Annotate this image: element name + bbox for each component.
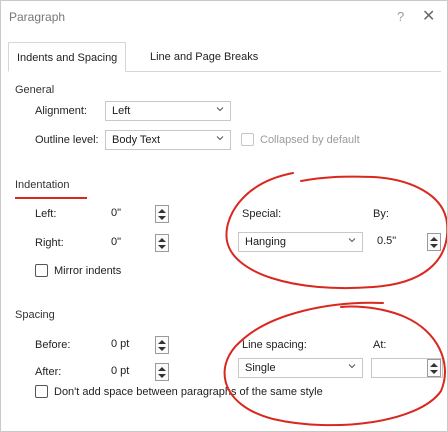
chevron-down-icon	[348, 238, 356, 243]
line-spacing-dropdown[interactable]: Single	[238, 358, 363, 378]
spin-buttons[interactable]	[155, 336, 169, 354]
spin-buttons[interactable]	[155, 363, 169, 381]
annotation-circle-indentation	[225, 172, 447, 290]
line-spacing-value: Single	[245, 362, 276, 374]
spin-buttons[interactable]	[427, 359, 441, 377]
dialog-title: Paragraph	[9, 10, 66, 24]
general-heading: General	[15, 84, 55, 96]
spin-buttons[interactable]	[155, 205, 169, 223]
chevron-down-icon	[348, 364, 356, 369]
after-value: 0 pt	[111, 365, 130, 377]
special-value: Hanging	[245, 236, 286, 248]
red-underline	[15, 197, 87, 199]
right-indent-spinner[interactable]: 0"	[105, 233, 171, 253]
spacing-heading: Spacing	[15, 309, 55, 321]
dont-add-space-label: Don't add space between paragraphs of th…	[54, 386, 323, 398]
collapsed-label: Collapsed by default	[260, 134, 360, 146]
chevron-down-icon	[216, 136, 224, 141]
special-dropdown[interactable]: Hanging	[238, 232, 363, 252]
by-label: By:	[373, 208, 389, 220]
left-indent-spinner[interactable]: 0"	[105, 204, 171, 224]
after-spinner[interactable]: 0 pt	[105, 362, 171, 382]
alignment-value: Left	[112, 105, 131, 117]
left-indent-label: Left:	[35, 208, 57, 220]
tab-label: Indents and Spacing	[17, 52, 118, 64]
outline-level-dropdown[interactable]: Body Text	[105, 130, 231, 150]
before-label: Before:	[35, 339, 71, 351]
alignment-dropdown[interactable]: Left	[105, 101, 231, 121]
line-spacing-label: Line spacing:	[242, 339, 307, 351]
outline-level-value: Body Text	[112, 134, 161, 146]
at-label: At:	[373, 339, 387, 351]
left-indent-value: 0"	[111, 207, 122, 219]
paragraph-dialog: Paragraph ? ✕ Indents and Spacing Line a…	[0, 0, 448, 432]
dont-add-space-checkbox[interactable]	[35, 385, 48, 398]
after-label: After:	[35, 366, 62, 378]
mirror-indents-checkbox[interactable]	[35, 264, 48, 277]
tab-strip: Indents and Spacing Line and Page Breaks	[8, 42, 441, 72]
close-icon[interactable]: ✕	[422, 6, 435, 26]
before-value: 0 pt	[111, 338, 130, 350]
right-indent-label: Right:	[35, 237, 64, 249]
special-label: Special:	[242, 208, 282, 220]
outline-level-label: Outline level:	[35, 134, 99, 146]
tab-indents-and-spacing[interactable]: Indents and Spacing	[8, 42, 127, 72]
alignment-label: Alignment:	[35, 105, 87, 117]
chevron-down-icon	[216, 107, 224, 112]
help-icon[interactable]: ?	[397, 9, 404, 24]
collapsed-checkbox[interactable]	[241, 133, 254, 146]
spin-buttons[interactable]	[155, 234, 169, 252]
by-spinner[interactable]: 0.5"	[371, 232, 443, 252]
title-bar: Paragraph ? ✕	[1, 1, 447, 35]
indentation-heading: Indentation	[15, 179, 70, 191]
by-value: 0.5"	[377, 235, 397, 247]
at-spinner[interactable]	[371, 358, 443, 378]
tab-line-and-page-breaks[interactable]: Line and Page Breaks	[142, 42, 266, 72]
before-spinner[interactable]: 0 pt	[105, 335, 171, 355]
tab-label: Line and Page Breaks	[150, 51, 259, 63]
mirror-indents-label: Mirror indents	[54, 265, 122, 277]
right-indent-value: 0"	[111, 236, 122, 248]
spin-buttons[interactable]	[427, 233, 441, 251]
